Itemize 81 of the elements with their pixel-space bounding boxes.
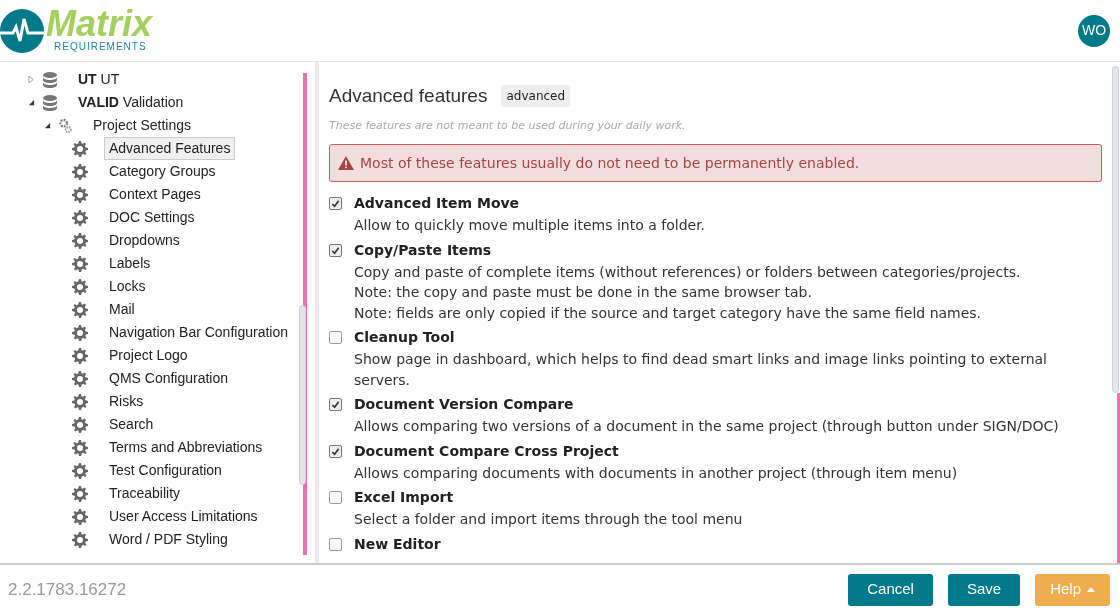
- expanded-triangle-icon[interactable]: [44, 122, 51, 129]
- gears-icon: [59, 117, 72, 134]
- gear-icon: [72, 186, 88, 203]
- gear-icon: [72, 301, 88, 318]
- feature-name: Excel Import: [354, 488, 455, 507]
- feature-name: Document Compare Cross Project: [354, 441, 620, 461]
- feature-description: Note: fields are only copied if the source and target category have the same field names.: [354, 303, 983, 323]
- feature-description: Select a folder and import items through the tool menu: [354, 510, 743, 529]
- gear-icon: [72, 232, 88, 249]
- gear-icon: [72, 439, 88, 456]
- tag: advanced: [501, 85, 571, 108]
- feature-name: Cleanup Tool: [354, 328, 456, 347]
- gear-icon: [72, 393, 88, 410]
- expanded-triangle-icon[interactable]: [28, 99, 35, 106]
- gear-icon: [72, 531, 88, 548]
- checkbox[interactable]: [329, 243, 342, 257]
- tree-item[interactable]: UT UT: [73, 68, 125, 91]
- feature-description: Allows comparing documents with documents in another project (through item menu): [354, 463, 958, 483]
- logo-tagline: REQUIREMENTS: [54, 41, 148, 52]
- tree-item[interactable]: Traceability: [104, 482, 186, 505]
- gear-icon: [72, 255, 88, 272]
- feature-description: Allows comparing two versions of a document in the same project (through button under SIGN/DOC): [354, 417, 1059, 436]
- tree-item[interactable]: User Access Limitations: [104, 505, 263, 528]
- gear-icon: [72, 370, 88, 387]
- tree-item[interactable]: Dropdowns: [104, 229, 185, 252]
- tree-item[interactable]: Labels: [104, 252, 156, 275]
- feature-description: Allow to quickly move multiple items into a folder.: [354, 216, 706, 235]
- gear-icon: [72, 347, 88, 364]
- scrollbar[interactable]: [1111, 66, 1119, 393]
- feature-description: Note: the copy and paste must be done in the same browser tab.: [354, 283, 813, 302]
- tree-item[interactable]: Project Logo: [104, 344, 193, 367]
- gear-icon: [72, 416, 88, 433]
- tree-item[interactable]: Word / PDF Styling: [104, 528, 233, 551]
- tree-item[interactable]: Project Settings: [88, 114, 197, 137]
- gear-icon: [72, 163, 88, 180]
- warning-text: Most of these features usually do not need to be permanently enabled.: [360, 153, 860, 173]
- version-text: 2.2.1783.16272: [8, 578, 127, 601]
- gear-icon: [72, 140, 88, 157]
- tree-item[interactable]: Mail: [104, 298, 140, 321]
- gear-icon: [72, 278, 88, 295]
- gear-icon: [72, 508, 88, 525]
- tree-item[interactable]: Terms and Abbreviations: [104, 436, 268, 459]
- checkbox[interactable]: [329, 444, 342, 458]
- tree-item[interactable]: Context Pages: [104, 183, 206, 206]
- checkbox[interactable]: [329, 197, 342, 210]
- tree-item[interactable]: Category Groups: [104, 160, 221, 183]
- checkbox[interactable]: [329, 491, 342, 504]
- checkbox[interactable]: [329, 331, 342, 344]
- tree-item[interactable]: Locks: [104, 275, 151, 298]
- tree-item[interactable]: DOC Settings: [104, 206, 200, 229]
- tree-item[interactable]: Test Configuration: [104, 459, 227, 482]
- tree-item[interactable]: QMS Configuration: [104, 367, 234, 390]
- database-icon: [43, 71, 57, 88]
- scrollbar[interactable]: [299, 305, 306, 485]
- feature-name: Document Version Compare: [354, 395, 575, 414]
- page-title: Advanced features: [329, 84, 488, 108]
- feature-description: Copy and paste of complete items (without references) or folders between categories/projects.: [354, 262, 1021, 282]
- feature-description: Show page in dashboard, which helps to find dead smart links and image links pointing to external servers.: [354, 350, 1048, 390]
- feature-name: Advanced Item Move: [354, 194, 521, 213]
- checkbox[interactable]: [329, 398, 342, 411]
- gear-icon: [72, 209, 88, 226]
- gear-icon: [72, 324, 88, 341]
- tree-item[interactable]: Risks: [104, 390, 149, 413]
- tree-item[interactable]: Navigation Bar Configuration: [104, 321, 293, 344]
- footer-button[interactable]: Cancel: [848, 573, 933, 606]
- feature-name: Copy/Paste Items: [354, 240, 493, 260]
- tree-item[interactable]: VALID Validation: [73, 91, 189, 114]
- checkbox[interactable]: [329, 537, 342, 551]
- logo-wordmark: Matrix: [46, 5, 153, 42]
- gear-icon: [72, 485, 88, 502]
- footer-button[interactable]: Save: [947, 573, 1021, 606]
- collapsed-triangle-icon[interactable]: [28, 76, 35, 83]
- feature-name: New Editor: [354, 534, 441, 554]
- warning-icon: [338, 156, 354, 170]
- database-icon: [43, 94, 57, 111]
- tree-item[interactable]: Advanced Features: [104, 137, 236, 160]
- caret-icon: [1087, 587, 1095, 592]
- tree-item[interactable]: Search: [104, 413, 159, 436]
- user-avatar[interactable]: WO: [1078, 14, 1110, 47]
- page-subtitle: These features are not meant to be used during your daily work.: [329, 117, 687, 134]
- gear-icon: [72, 462, 88, 479]
